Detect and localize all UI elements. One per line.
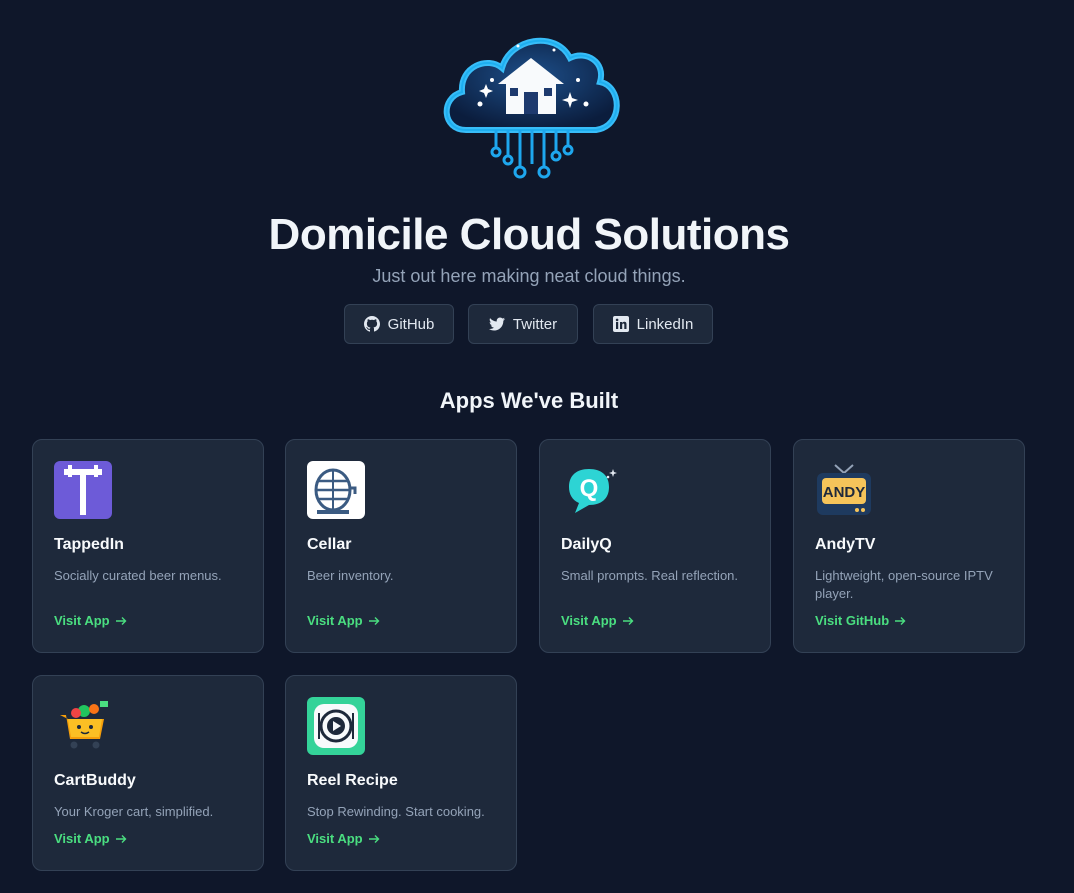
link-label: Visit App [307, 831, 363, 846]
app-description: Stop Rewinding. Start cooking. [307, 804, 485, 819]
cloud-house-icon [436, 22, 626, 184]
github-button[interactable]: GitHub [344, 304, 454, 344]
app-description: Lightweight, open-source IPTV player. [815, 568, 993, 601]
github-icon [363, 316, 380, 332]
arrow-right-icon [895, 616, 906, 625]
visit-app-link[interactable]: Visit App [54, 831, 128, 846]
linkedin-icon [612, 316, 629, 332]
link-label: Visit App [307, 613, 363, 628]
svg-text:Q: Q [580, 475, 599, 502]
app-name: Reel Recipe [307, 772, 398, 789]
app-card-cartbuddy: CartBuddy Your Kroger cart, simplified. … [32, 675, 264, 871]
visit-app-link[interactable]: Visit App [561, 613, 635, 628]
page-subtitle: Just out here making neat cloud things. [372, 266, 686, 286]
app-card-reel-recipe: Reel Recipe Stop Rewinding. Start cookin… [285, 675, 517, 871]
linkedin-label: LinkedIn [636, 315, 694, 333]
app-name: DailyQ [561, 536, 612, 553]
tap-handle-icon [54, 461, 112, 519]
app-description: Beer inventory. [307, 568, 394, 583]
app-description: Socially curated beer menus. [54, 568, 222, 583]
app-name: AndyTV [815, 536, 876, 553]
arrow-right-icon [115, 616, 127, 625]
visit-app-link[interactable]: Visit App [307, 613, 381, 628]
app-card-tappedin: TappedIn Socially curated beer menus. Vi… [32, 439, 264, 653]
app-card-cellar: Cellar Beer inventory. Visit App [285, 439, 517, 653]
svg-text:ANDY: ANDY [823, 484, 866, 501]
visit-github-link[interactable]: Visit GitHub [815, 613, 907, 628]
plate-play-icon [307, 697, 365, 755]
app-card-dailyq: Q DailyQ Small prompts. Real reflection.… [539, 439, 771, 653]
app-description: Small prompts. Real reflection. [561, 568, 739, 583]
arrow-right-icon [622, 616, 634, 625]
twitter-button[interactable]: Twitter [468, 304, 578, 344]
app-name: CartBuddy [54, 772, 136, 789]
arrow-right-icon [368, 834, 380, 843]
app-description: Your Kroger cart, simplified. [54, 804, 214, 819]
link-label: Visit App [54, 613, 110, 628]
app-name: Cellar [307, 536, 352, 553]
app-card-andytv: ANDY AndyTV Lightweight, open-source IPT… [793, 439, 1025, 653]
barrel-icon [307, 461, 365, 519]
q-bubble-icon: Q [561, 461, 619, 519]
arrow-right-icon [368, 616, 380, 625]
link-label: Visit GitHub [815, 613, 890, 628]
tv-icon: ANDY [815, 461, 873, 519]
visit-app-link[interactable]: Visit App [54, 613, 128, 628]
visit-app-link[interactable]: Visit App [307, 831, 381, 846]
app-name: TappedIn [54, 536, 124, 553]
apps-section-title: Apps We've Built [439, 388, 619, 413]
page-title: Domicile Cloud Solutions [268, 210, 790, 259]
link-label: Visit App [54, 831, 110, 846]
linkedin-button[interactable]: LinkedIn [593, 304, 713, 344]
link-label: Visit App [561, 613, 617, 628]
arrow-right-icon [115, 834, 127, 843]
twitter-icon [488, 317, 505, 331]
twitter-label: Twitter [512, 315, 558, 333]
github-label: GitHub [387, 315, 435, 333]
cart-icon [54, 697, 112, 755]
